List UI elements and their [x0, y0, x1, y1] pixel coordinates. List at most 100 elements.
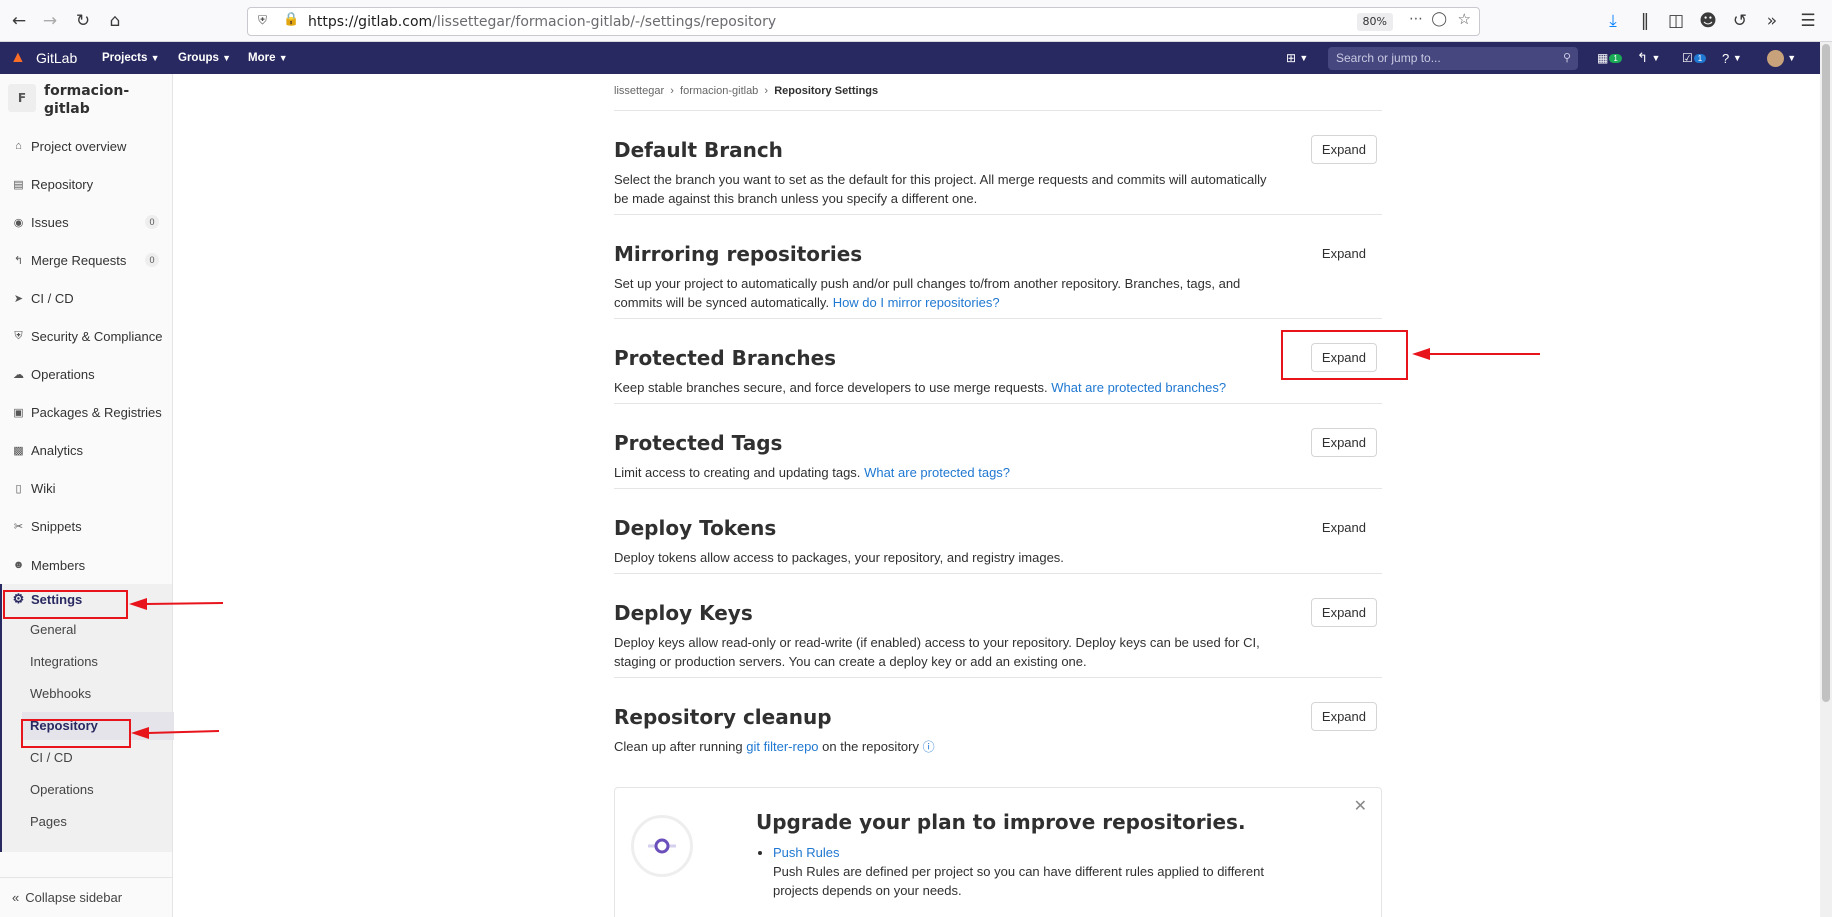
- bookmark-star-icon[interactable]: ☆: [1458, 10, 1471, 28]
- section-mirroring: Mirroring repositories Expand Set up you…: [614, 215, 1382, 319]
- chevron-down-icon: ▼: [278, 53, 288, 63]
- chart-icon: ▩: [13, 444, 24, 457]
- section-deploy-tokens: Deploy Tokens Expand Deploy tokens allow…: [614, 489, 1382, 574]
- list-item: Push Rules Push Rules are defined per pro…: [773, 843, 1273, 900]
- promo-list: Push Rules Push Rules are defined per pro…: [773, 843, 1273, 900]
- promo-title: Upgrade your plan to improve repositorie…: [756, 810, 1246, 834]
- section-title: Default Branch: [614, 138, 783, 162]
- page-scrollbar[interactable]: [1820, 42, 1832, 917]
- upgrade-promo: Upgrade your plan to improve repositorie…: [614, 787, 1382, 917]
- scrollbar-thumb[interactable]: [1822, 44, 1830, 702]
- section-description: Set up your project to automatically pus…: [614, 276, 1241, 310]
- expand-button[interactable]: Expand: [1310, 702, 1377, 731]
- avatar[interactable]: ▼: [1767, 42, 1796, 74]
- shield-icon: ⛨: [14, 329, 23, 342]
- section-title: Deploy Keys: [614, 601, 753, 625]
- breadcrumb-separator-icon: ›: [667, 85, 677, 97]
- sidebar-item-merge-requests[interactable]: ↰ Merge Requests 0: [0, 245, 172, 275]
- section-description: Clean up after running git filter-repo o…: [614, 739, 935, 754]
- nav-more[interactable]: More ▼: [248, 42, 288, 74]
- book-icon: ▯: [15, 482, 22, 495]
- git-filter-repo-link[interactable]: git filter-repo: [746, 739, 818, 754]
- library-icon[interactable]: ‖: [1632, 8, 1658, 34]
- section-deploy-keys: Deploy Keys Expand Deploy keys allow rea…: [614, 574, 1382, 678]
- pocket-icon[interactable]: ◯: [1431, 11, 1447, 27]
- mirror-help-link[interactable]: How do I mirror repositories?: [833, 295, 1000, 310]
- shield-icon: ⛨: [258, 13, 268, 27]
- settings-sub-webhooks[interactable]: Webhooks: [30, 686, 91, 701]
- section-title: Mirroring repositories: [614, 242, 863, 266]
- merge-requests-count: 0: [145, 253, 159, 267]
- home-icon[interactable]: ⌂: [102, 8, 128, 34]
- settings-sub-integrations[interactable]: Integrations: [30, 654, 98, 669]
- scissors-icon: ✂: [13, 520, 24, 533]
- protected-tags-help-link[interactable]: What are protected tags?: [864, 465, 1010, 480]
- settings-sub-ci-cd[interactable]: CI / CD: [30, 750, 73, 765]
- page-actions-icon[interactable]: ⋯: [1409, 11, 1423, 27]
- project-avatar[interactable]: F: [8, 84, 36, 112]
- sidebar-item-ci-cd[interactable]: ➤ CI / CD: [0, 283, 172, 313]
- search-input[interactable]: Search or jump to... ⚲: [1328, 47, 1578, 70]
- breadcrumb-project[interactable]: formacion-gitlab: [680, 85, 758, 97]
- section-title: Protected Tags: [614, 431, 783, 455]
- sidebar-toggle-icon[interactable]: ◫: [1663, 8, 1689, 34]
- breadcrumb-current[interactable]: Repository Settings: [774, 85, 878, 97]
- url-text: https://gitlab.com/lissettegar/formacion…: [308, 14, 777, 30]
- brand-name[interactable]: GitLab: [36, 42, 77, 74]
- sidebar-item-repository[interactable]: ▤ Repository: [0, 169, 172, 199]
- back-icon[interactable]: ←: [6, 8, 32, 34]
- push-rules-link[interactable]: Push Rules: [773, 845, 839, 860]
- browser-toolbar: ← → ↻ ⌂ ⛨ 🔒 https://gitlab.com/lissetteg…: [0, 0, 1832, 42]
- chevron-down-icon: ▼: [150, 53, 160, 63]
- merge-requests-nav-icon[interactable]: ↰ ▼: [1637, 42, 1660, 74]
- sidebar-item-wiki[interactable]: ▯ Wiki: [0, 473, 172, 503]
- lock-icon: 🔒: [283, 12, 300, 27]
- todos-nav-icon[interactable]: ☑ 1: [1682, 42, 1707, 74]
- sidebar-item-packages[interactable]: ▣ Packages & Registries: [0, 397, 172, 427]
- overflow-icon[interactable]: »: [1759, 8, 1785, 34]
- expand-button[interactable]: Expand: [1310, 135, 1377, 164]
- package-icon: ▣: [13, 406, 24, 419]
- menu-icon[interactable]: ☰: [1795, 8, 1821, 34]
- doc-icon: ▤: [13, 178, 24, 191]
- search-icon: ⚲: [1562, 52, 1571, 64]
- nav-projects[interactable]: Projects ▼: [102, 42, 160, 74]
- breadcrumb-user[interactable]: lissettegar: [614, 85, 664, 97]
- home-icon: ⌂: [15, 140, 22, 152]
- account-icon[interactable]: ☻: [1695, 8, 1721, 34]
- sidebar-item-project-overview[interactable]: ⌂ Project overview: [0, 131, 172, 161]
- zoom-level[interactable]: 80%: [1356, 13, 1393, 31]
- cloud-icon: ☁: [13, 368, 24, 381]
- url-bar[interactable]: ⛨ 🔒 https://gitlab.com/lissettegar/forma…: [247, 7, 1480, 36]
- sidebar-item-operations[interactable]: ☁ Operations: [0, 359, 172, 389]
- issues-count: 0: [145, 215, 159, 229]
- expand-button[interactable]: Expand: [1310, 513, 1377, 542]
- sidebar-item-analytics[interactable]: ▩ Analytics: [0, 435, 172, 465]
- settings-sub-operations[interactable]: Operations: [30, 782, 94, 797]
- new-item-icon[interactable]: ⊞ ▼: [1286, 42, 1308, 74]
- nav-groups[interactable]: Groups ▼: [178, 42, 231, 74]
- help-icon[interactable]: ? ▼: [1722, 42, 1742, 74]
- expand-button[interactable]: Expand: [1310, 428, 1377, 457]
- double-chevron-left-icon: «: [12, 890, 20, 905]
- settings-sub-general[interactable]: General: [30, 622, 76, 637]
- forward-icon[interactable]: →: [37, 8, 63, 34]
- help-circle-icon[interactable]: ⓘ: [923, 740, 935, 754]
- sidebar-item-members[interactable]: ☻ Members: [0, 550, 172, 580]
- reload-icon[interactable]: ↻: [70, 8, 96, 34]
- expand-button[interactable]: Expand: [1310, 239, 1377, 268]
- sidebar-item-security[interactable]: ⛨ Security & Compliance: [0, 321, 172, 351]
- project-name[interactable]: formacion-gitlab: [44, 82, 164, 118]
- sidebar-item-snippets[interactable]: ✂ Snippets: [0, 511, 172, 541]
- protected-branches-help-link[interactable]: What are protected branches?: [1051, 380, 1226, 395]
- sidebar-item-issues[interactable]: ◉ Issues 0: [0, 207, 172, 237]
- settings-sub-pages[interactable]: Pages: [30, 814, 67, 829]
- close-icon[interactable]: ✕: [1354, 796, 1367, 815]
- issues-nav-icon[interactable]: ▦ 1: [1597, 42, 1622, 74]
- gitlab-logo-icon[interactable]: ▲: [10, 42, 26, 74]
- users-icon: ☻: [12, 559, 25, 571]
- collapse-sidebar-button[interactable]: «Collapse sidebar: [0, 877, 172, 917]
- expand-button[interactable]: Expand: [1310, 598, 1377, 627]
- download-icon[interactable]: ⤓: [1600, 8, 1626, 34]
- history-icon[interactable]: ↺: [1727, 8, 1753, 34]
